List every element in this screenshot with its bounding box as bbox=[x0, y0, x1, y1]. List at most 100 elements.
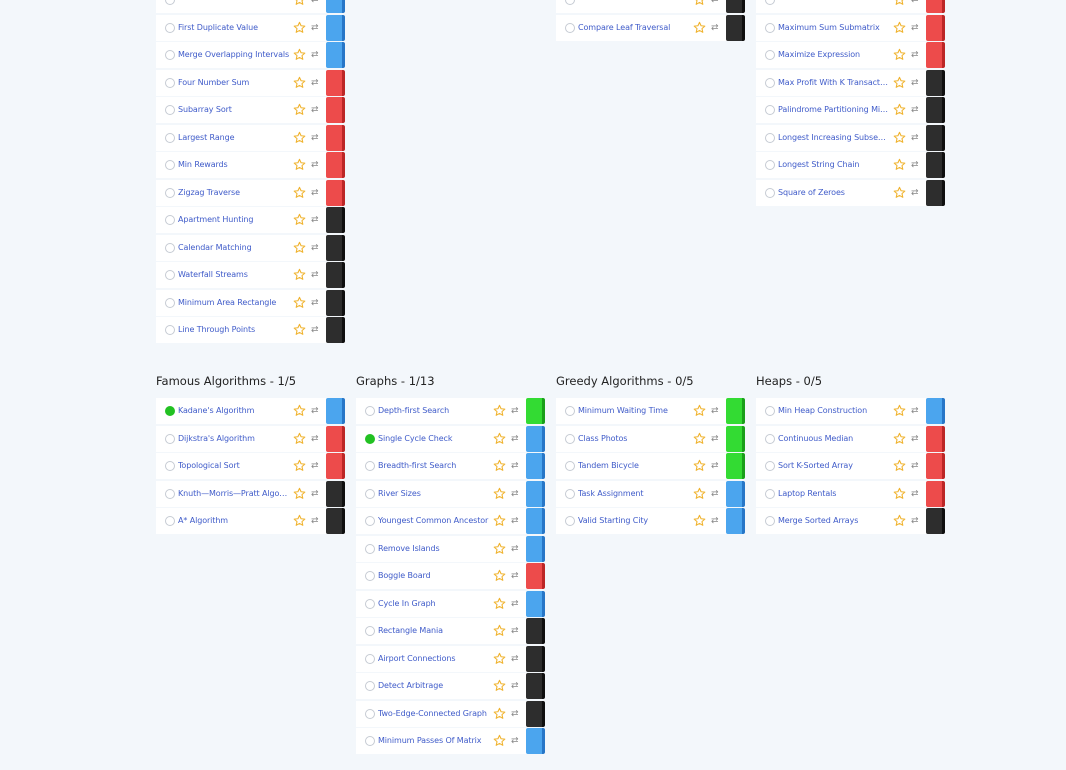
question-name-link[interactable]: Apartment Hunting bbox=[178, 207, 290, 233]
question-row[interactable]: Minimum Waiting Time ⇄ bbox=[556, 398, 745, 424]
completion-checkbox[interactable] bbox=[365, 406, 375, 416]
question-row[interactable]: Cycle In Graph ⇄ bbox=[356, 590, 545, 617]
question-row[interactable]: Zigzag Traverse ⇄ bbox=[156, 179, 345, 206]
question-name-link[interactable]: Rectangle Mania bbox=[378, 618, 490, 644]
question-name-link[interactable] bbox=[178, 0, 290, 13]
question-name-link[interactable]: Max Profit With K Transactions bbox=[778, 70, 890, 96]
completion-checkbox[interactable] bbox=[165, 461, 175, 471]
swap-icon[interactable]: ⇄ bbox=[311, 488, 319, 500]
swap-icon[interactable]: ⇄ bbox=[311, 405, 319, 417]
question-name-link[interactable]: Maximize Expression bbox=[778, 42, 890, 68]
completion-checkbox[interactable] bbox=[765, 433, 775, 444]
completion-checkbox[interactable] bbox=[165, 297, 175, 308]
star-icon[interactable] bbox=[293, 296, 306, 309]
completion-checkbox[interactable] bbox=[365, 516, 375, 526]
question-row[interactable]: Largest Range ⇄ bbox=[156, 124, 345, 151]
star-icon[interactable] bbox=[893, 0, 906, 6]
completion-checkbox[interactable] bbox=[165, 77, 175, 88]
question-row[interactable]: Calendar Matching ⇄ bbox=[156, 234, 345, 261]
question-row[interactable]: Merge Overlapping Intervals ⇄ bbox=[156, 42, 345, 68]
question-row[interactable]: Airport Connections ⇄ bbox=[356, 645, 545, 672]
question-name-link[interactable]: First Duplicate Value bbox=[178, 15, 290, 41]
completion-checkbox[interactable] bbox=[165, 132, 175, 143]
swap-icon[interactable]: ⇄ bbox=[711, 22, 719, 34]
question-row[interactable]: Four Number Sum ⇄ bbox=[156, 69, 345, 96]
question-row[interactable]: Class Photos ⇄ bbox=[556, 425, 745, 452]
question-row[interactable]: Max Profit With K Transactions ⇄ bbox=[756, 69, 945, 96]
swap-icon[interactable]: ⇄ bbox=[511, 570, 519, 582]
question-name-link[interactable]: Kadane's Algorithm bbox=[178, 398, 290, 424]
star-icon[interactable] bbox=[293, 213, 306, 226]
star-icon[interactable] bbox=[493, 542, 506, 555]
star-icon[interactable] bbox=[493, 734, 506, 747]
star-icon[interactable] bbox=[893, 103, 906, 116]
swap-icon[interactable]: ⇄ bbox=[511, 405, 519, 417]
completion-checkbox[interactable] bbox=[765, 132, 775, 143]
question-name-link[interactable] bbox=[778, 0, 890, 13]
question-name-link[interactable]: Minimum Passes Of Matrix bbox=[378, 728, 490, 754]
completion-checkbox[interactable] bbox=[365, 543, 375, 554]
question-row[interactable]: Maximize Expression ⇄ bbox=[756, 42, 945, 68]
completion-checkbox[interactable] bbox=[765, 22, 775, 33]
completion-checkbox[interactable] bbox=[165, 50, 175, 60]
star-icon[interactable] bbox=[293, 432, 306, 445]
completion-checkbox[interactable] bbox=[365, 736, 375, 746]
star-icon[interactable] bbox=[293, 404, 306, 417]
completion-checkbox[interactable] bbox=[765, 50, 775, 60]
question-row[interactable]: Square of Zeroes ⇄ bbox=[756, 179, 945, 206]
star-icon[interactable] bbox=[293, 186, 306, 199]
question-name-link[interactable]: Cycle In Graph bbox=[378, 591, 490, 617]
completion-checkbox[interactable] bbox=[365, 598, 375, 609]
question-row[interactable]: Dijkstra's Algorithm ⇄ bbox=[156, 425, 345, 452]
completion-checkbox[interactable] bbox=[165, 215, 175, 225]
question-row[interactable]: ⇄ bbox=[556, 0, 745, 13]
completion-checkbox[interactable] bbox=[765, 105, 775, 115]
swap-icon[interactable]: ⇄ bbox=[511, 433, 519, 445]
swap-icon[interactable]: ⇄ bbox=[311, 159, 319, 171]
completion-checkbox[interactable] bbox=[765, 461, 775, 471]
star-icon[interactable] bbox=[293, 268, 306, 281]
question-row[interactable]: Palindrome Partitioning Min Cuts ⇄ bbox=[756, 97, 945, 123]
swap-icon[interactable]: ⇄ bbox=[311, 269, 319, 281]
completion-checkbox[interactable] bbox=[165, 516, 175, 526]
swap-icon[interactable]: ⇄ bbox=[711, 405, 719, 417]
star-icon[interactable] bbox=[893, 48, 906, 61]
swap-icon[interactable]: ⇄ bbox=[911, 159, 919, 171]
question-row[interactable]: Longest String Chain ⇄ bbox=[756, 152, 945, 178]
question-row[interactable]: River Sizes ⇄ bbox=[356, 480, 545, 507]
star-icon[interactable] bbox=[293, 131, 306, 144]
swap-icon[interactable]: ⇄ bbox=[311, 297, 319, 309]
star-icon[interactable] bbox=[293, 158, 306, 171]
question-row[interactable]: Longest Increasing Subsequence ⇄ bbox=[756, 124, 945, 151]
question-row[interactable]: Maximum Sum Submatrix ⇄ bbox=[756, 14, 945, 41]
star-icon[interactable] bbox=[693, 404, 706, 417]
star-icon[interactable] bbox=[493, 569, 506, 582]
question-name-link[interactable]: Knuth—Morris—Pratt Algorithm bbox=[178, 481, 290, 507]
question-name-link[interactable]: Merge Overlapping Intervals bbox=[178, 42, 290, 68]
question-name-link[interactable]: Task Assignment bbox=[578, 481, 690, 507]
star-icon[interactable] bbox=[893, 131, 906, 144]
star-icon[interactable] bbox=[893, 158, 906, 171]
question-name-link[interactable]: Single Cycle Check bbox=[378, 426, 490, 452]
question-row[interactable]: Knuth—Morris—Pratt Algorithm ⇄ bbox=[156, 480, 345, 507]
star-icon[interactable] bbox=[893, 76, 906, 89]
question-name-link[interactable]: Min Heap Construction bbox=[778, 398, 890, 424]
star-icon[interactable] bbox=[493, 707, 506, 720]
completion-checkbox[interactable] bbox=[165, 488, 175, 499]
swap-icon[interactable]: ⇄ bbox=[311, 132, 319, 144]
star-icon[interactable] bbox=[293, 103, 306, 116]
swap-icon[interactable]: ⇄ bbox=[511, 708, 519, 720]
completion-checkbox[interactable] bbox=[565, 488, 575, 499]
question-name-link[interactable]: Subarray Sort bbox=[178, 97, 290, 123]
completion-checkbox[interactable] bbox=[165, 22, 175, 33]
question-row[interactable]: Min Rewards ⇄ bbox=[156, 152, 345, 178]
question-row[interactable]: Minimum Passes Of Matrix ⇄ bbox=[356, 728, 545, 754]
star-icon[interactable] bbox=[293, 76, 306, 89]
question-name-link[interactable]: Min Rewards bbox=[178, 152, 290, 178]
swap-icon[interactable]: ⇄ bbox=[911, 460, 919, 472]
swap-icon[interactable]: ⇄ bbox=[311, 242, 319, 254]
swap-icon[interactable]: ⇄ bbox=[311, 104, 319, 116]
swap-icon[interactable]: ⇄ bbox=[711, 460, 719, 472]
swap-icon[interactable]: ⇄ bbox=[711, 515, 719, 527]
star-icon[interactable] bbox=[493, 597, 506, 610]
